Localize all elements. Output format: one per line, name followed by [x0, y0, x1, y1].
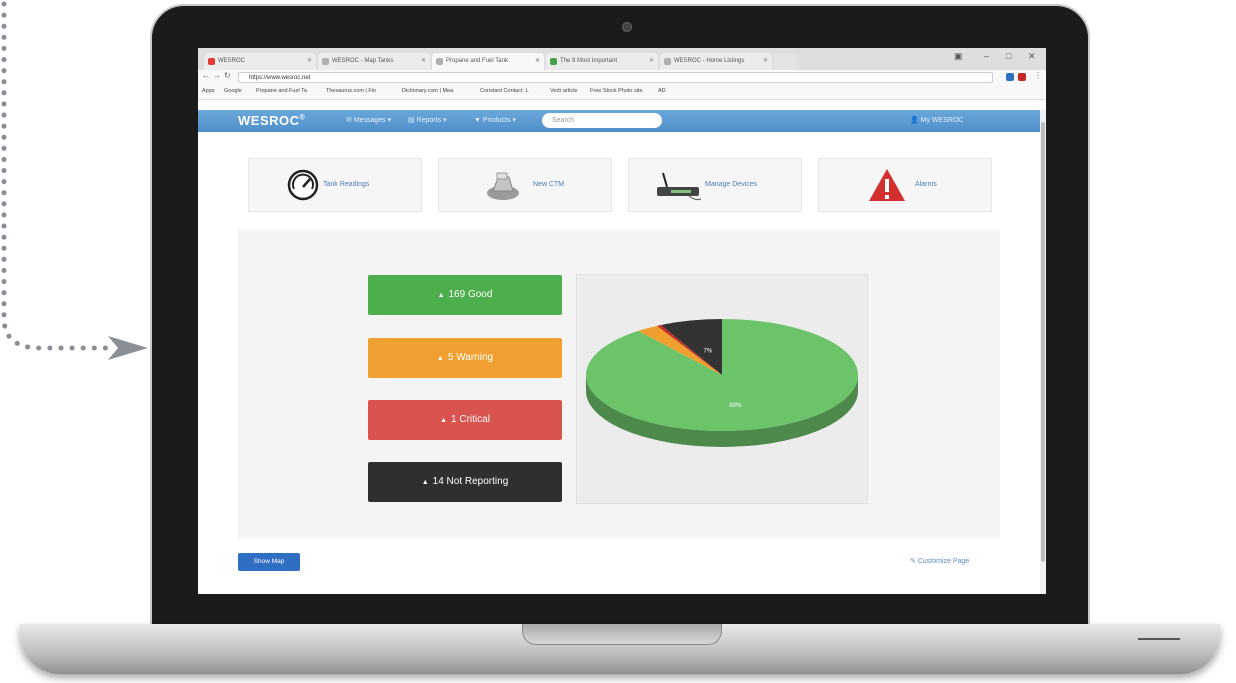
bookmarks-bar: Apps Google Propane and Fuel Ta Thesauru… [198, 86, 1046, 100]
good-button[interactable]: ▲ 169 Good [368, 275, 562, 315]
brand-logo[interactable]: WESROC® [238, 113, 305, 128]
dotted-arrow-icon [1, 1, 148, 360]
tab-propane[interactable]: Propane and Fuel Tank ✕ [432, 53, 544, 70]
close-icon[interactable]: ✕ [421, 53, 426, 70]
bookmark-stock-photo[interactable]: Free Stock Photo site [590, 88, 643, 94]
brand-mark: ® [299, 114, 306, 122]
tile-tank-readings[interactable]: Tank Readings [248, 158, 422, 212]
tile-label: New CTM [533, 181, 565, 188]
status-panel: ▲ 169 Good ▲ 5 Warning ▲ 1 Critical ▲ 14 Not… [238, 230, 1000, 538]
close-icon[interactable]: ✕ [535, 53, 540, 70]
tab-label: The 9 Most Important [560, 58, 618, 64]
tab-bar: WESROC ✕ WESROC - Map Tanks ✕ Propane and … [198, 48, 1046, 70]
tab-wesroc-map[interactable]: WESROC - Map Tanks ✕ [318, 53, 430, 70]
page-icon [664, 58, 671, 65]
tile-new-ctm[interactable]: New CTM [438, 158, 612, 212]
brand-name: WESROC [238, 113, 300, 128]
gauge-icon [287, 169, 319, 201]
bookmark-verb[interactable]: Verb article [550, 88, 578, 94]
scrollbar-thumb[interactable] [1041, 122, 1045, 562]
app-navbar: WESROC® ✉ Messages ▾ ▤ Reports ▾ ▼ Produ… [198, 110, 1040, 132]
bookmark-constant-contact[interactable]: Constant Contact: L [480, 88, 529, 94]
youtube-icon [208, 58, 215, 65]
nav-label: Messages [353, 117, 386, 124]
menu-icon[interactable]: ⋮ [1034, 71, 1042, 80]
tab-wesroc-home[interactable]: WESROC - Home Listings ✕ [660, 53, 772, 70]
bookmark-propane[interactable]: Propane and Fuel Ta [256, 88, 307, 94]
pie-label-not-reporting: 7% [704, 348, 713, 354]
router-icon [657, 172, 702, 201]
caret-up-icon: ▲ [440, 417, 448, 424]
url-text: https://www.wesroc.net [249, 75, 311, 81]
pie-label-good: 89% [729, 403, 742, 409]
scrollbar[interactable] [1040, 110, 1046, 594]
bookmark-dictionary[interactable]: Dictionary.com | Mea [402, 88, 453, 94]
new-tab-button[interactable] [774, 53, 796, 70]
tile-label: Manage Devices [705, 181, 758, 188]
caret-up-icon: ▲ [421, 479, 429, 486]
extension-icon[interactable] [1006, 73, 1014, 81]
button-label: 5 Warning [447, 352, 494, 363]
laptop-notch [522, 624, 722, 645]
nav-products[interactable]: ▼ Products ▾ [474, 116, 516, 124]
warning-icon [869, 169, 905, 201]
minimize-icon[interactable]: – [984, 51, 989, 61]
user-label: My WESROC [920, 117, 964, 124]
tile-manage-devices[interactable]: Manage Devices [628, 158, 802, 212]
not-reporting-button[interactable]: ▲ 14 Not Reporting [368, 462, 562, 502]
back-icon[interactable]: ← [202, 71, 210, 80]
page-icon [436, 58, 443, 65]
nav-label: Reports [416, 117, 442, 124]
bookmark-thesaurus[interactable]: Thesaurus.com | Fin [326, 88, 376, 94]
button-label: 1 Critical [451, 414, 490, 425]
close-window-icon[interactable]: ✕ [1028, 51, 1036, 62]
tab-label: WESROC - Home Listings [674, 58, 745, 64]
tab-important[interactable]: The 9 Most Important ✕ [546, 53, 658, 70]
url-input[interactable]: https://www.wesroc.net [238, 72, 993, 83]
forward-icon[interactable]: → [213, 71, 221, 80]
nav-label: Products [482, 117, 511, 124]
status-pie-chart: 89% 7% [586, 319, 858, 447]
tile-label: Alarms [915, 181, 937, 188]
show-map-button[interactable]: Show Map [238, 553, 300, 571]
button-label: 169 Good [448, 289, 493, 300]
caret-up-icon: ▲ [437, 292, 445, 299]
close-icon[interactable]: ✕ [649, 53, 654, 70]
bookmark-ad[interactable]: AD [658, 88, 666, 94]
tab-label: WESROC - Map Tanks [332, 58, 394, 64]
warning-button[interactable]: ▲ 5 Warning [368, 338, 562, 378]
customize-page-link[interactable]: ✎ Customize Page [910, 557, 969, 565]
search-input[interactable]: Search [542, 113, 662, 128]
caret-up-icon: ▲ [436, 355, 444, 362]
bookmark-apps[interactable]: Apps [202, 88, 215, 94]
tab-wesroc[interactable]: WESROC ✕ [204, 53, 316, 70]
address-bar: ← → ↻ https://www.wesroc.net ⋮ [198, 70, 1046, 86]
bookmark-google[interactable]: Google [224, 88, 242, 94]
tile-label: Tank Readings [323, 181, 370, 188]
laptop-mockup: WESROC ✕ WESROC - Map Tanks ✕ Propane and … [0, 0, 1236, 683]
page-icon [322, 58, 329, 65]
chart-container: 89% 7% [576, 274, 868, 504]
close-icon[interactable]: ✕ [307, 53, 312, 70]
nav-messages[interactable]: ✉ Messages ▾ [346, 116, 391, 124]
extension-icon[interactable] [1018, 73, 1026, 81]
customize-label: Customize Page [917, 558, 970, 565]
maximize-icon[interactable]: □ [1006, 51, 1011, 61]
close-icon[interactable]: ✕ [763, 53, 768, 70]
laptop-indicator [1138, 638, 1180, 640]
profile-icon[interactable]: ▣ [954, 51, 963, 62]
search-placeholder: Search [552, 117, 575, 124]
tab-label: WESROC [218, 58, 245, 64]
user-menu[interactable]: 👤 My WESROC [910, 116, 963, 124]
critical-button[interactable]: ▲ 1 Critical [368, 400, 562, 440]
tile-alarms[interactable]: Alarms [818, 158, 992, 212]
button-label: 14 Not Reporting [432, 476, 509, 487]
reload-icon[interactable]: ↻ [224, 71, 231, 80]
camera-icon [622, 22, 632, 32]
page-icon [550, 58, 557, 65]
tab-label: Propane and Fuel Tank [446, 58, 508, 64]
tank-monitor-icon [487, 172, 519, 200]
nav-reports[interactable]: ▤ Reports ▾ [408, 116, 447, 124]
browser-window: WESROC ✕ WESROC - Map Tanks ✕ Propane and … [198, 48, 1046, 594]
